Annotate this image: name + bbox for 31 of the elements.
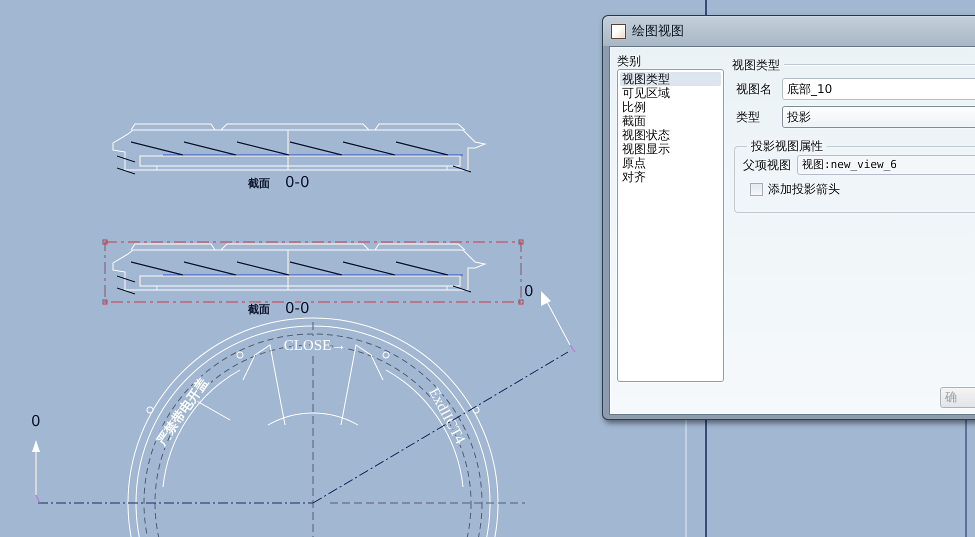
category-item[interactable]: 视图类型 xyxy=(620,72,721,86)
category-item[interactable]: 视图状态 xyxy=(620,128,721,142)
checkbox-label: 添加投影箭头 xyxy=(768,181,840,198)
field-label: 视图名 xyxy=(736,80,773,98)
category-item[interactable]: 可见区域 xyxy=(620,86,721,100)
arrow-icon xyxy=(541,291,576,352)
group-title: 投影视图属性 xyxy=(747,138,827,155)
view-name-label: 0-0 xyxy=(285,299,310,317)
engraved-text: 严禁带电开盖 xyxy=(154,375,211,448)
category-item[interactable]: 原点 xyxy=(620,156,721,170)
view-name-label: 0-0 xyxy=(285,173,310,191)
input-field[interactable]: 视图:new_view_6 xyxy=(797,155,975,175)
section-title: 视图类型 xyxy=(732,58,780,72)
category-item[interactable]: 截面 xyxy=(620,114,721,128)
dropdown-field[interactable]: 投影 xyxy=(782,106,975,128)
input-field[interactable]: 底部_10 xyxy=(782,78,975,100)
axis-label: 0 xyxy=(524,282,534,300)
field-label: 父项视图 xyxy=(743,156,792,174)
category-label: 类别 xyxy=(617,54,642,68)
engraved-text: CLOSE→ xyxy=(284,338,346,354)
section-label: 截面 xyxy=(248,303,270,316)
section-label: 截面 xyxy=(248,177,270,190)
arrow-icon xyxy=(32,440,40,504)
field-label: 类型 xyxy=(736,108,761,126)
category-item[interactable]: 对齐 xyxy=(620,170,721,184)
window-icon xyxy=(611,24,626,38)
checkbox[interactable] xyxy=(750,183,763,196)
axis-label: 0 xyxy=(31,412,41,430)
category-item[interactable]: 比例 xyxy=(620,100,721,114)
window-title: 绘图视图 xyxy=(632,23,684,40)
category-item[interactable]: 视图显示 xyxy=(620,142,721,156)
